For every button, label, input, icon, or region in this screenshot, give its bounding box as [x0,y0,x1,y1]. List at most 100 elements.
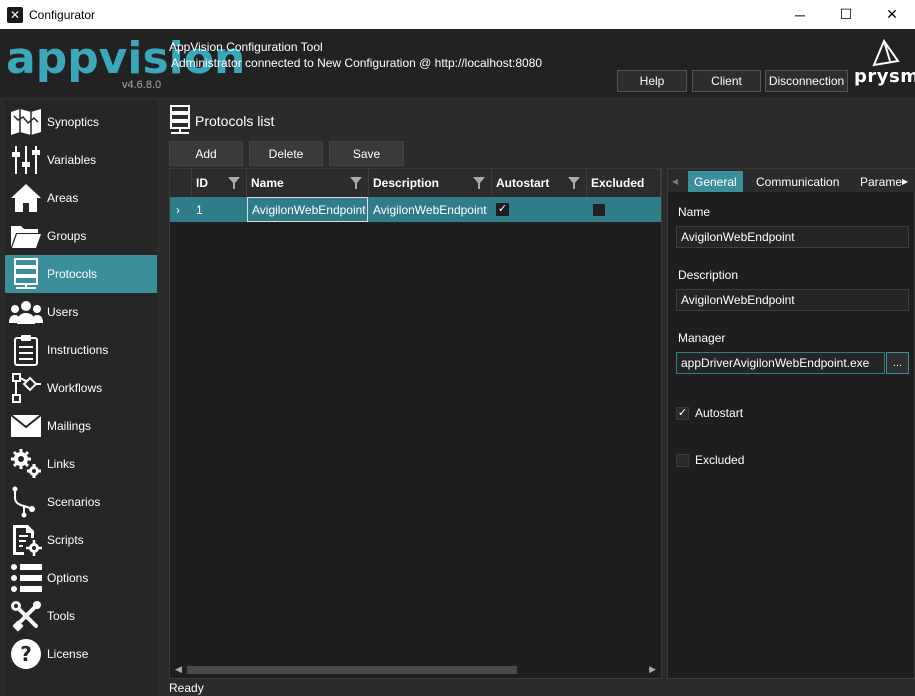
sidebar-item-label: Options [47,571,89,585]
cell-autostart[interactable]: ✓ [492,197,587,222]
sidebar-item-mailings[interactable]: Mailings [5,407,157,445]
column-header-excluded[interactable]: Excluded [587,169,661,197]
row-selector-icon[interactable]: › [170,197,192,222]
excluded-row[interactable]: Excluded [676,453,744,467]
list-icon [9,561,43,595]
sidebar-item-instructions[interactable]: Instructions [5,331,157,369]
sidebar-item-label: Variables [47,153,97,167]
app-header: appvision v4.6.8.0 AppVision Configurati… [0,29,915,97]
sidebar-item-label: Workflows [47,381,103,395]
name-field[interactable]: AvigilonWebEndpoint [676,226,909,248]
folder-icon [9,219,43,253]
cell-name[interactable]: AvigilonWebEndpoint [247,197,368,222]
sidebar-item-label: Links [47,457,76,471]
maximize-button[interactable]: ☐ [823,0,869,29]
tab-general[interactable]: General [688,171,743,192]
app-title: AppVision Configuration Tool [169,40,323,54]
delete-button[interactable]: Delete [249,141,323,166]
column-header-id[interactable]: ID [192,169,247,197]
cell-description[interactable]: AvigilonWebEndpoint [369,197,492,222]
details-panel: ◀ General Communication Parame ▶ Name Av… [667,168,915,679]
sidebar-item-links[interactable]: Links [5,445,157,483]
tab-communication[interactable]: Communication [750,171,845,192]
tab-scroll-right-icon[interactable]: ▶ [902,171,908,192]
autostart-checkbox[interactable]: ✓ [676,406,689,420]
prysm-logo: prysm [854,38,915,89]
sidebar-item-users[interactable]: Users [5,293,157,331]
sidebar-item-workflows[interactable]: Workflows [5,369,157,407]
column-label: Autostart [496,176,550,190]
help-button[interactable]: Help [617,70,687,92]
scroll-left-icon[interactable]: ◀ [175,664,182,675]
sidebar-item-tools[interactable]: Tools [5,597,157,635]
column-header-description[interactable]: Description [369,169,492,197]
autostart-checkbox[interactable]: ✓ [496,203,509,216]
sidebar-item-variables[interactable]: Variables [5,141,157,179]
sidebar-item-license[interactable]: ? License [5,635,157,673]
window-title: Configurator [29,7,96,22]
map-icon [9,105,43,139]
cell-id[interactable]: 1 [192,197,247,222]
tab-scroll-left-icon[interactable]: ◀ [668,171,682,192]
sidebar-item-label: Tools [47,609,76,623]
sidebar-item-synoptics[interactable]: Synoptics [5,103,157,141]
excluded-checkbox[interactable] [676,453,689,467]
autostart-row[interactable]: ✓ Autostart [676,406,743,420]
scroll-right-icon[interactable]: ▶ [649,664,656,675]
sidebar-item-label: Users [47,305,79,319]
client-button[interactable]: Client [692,70,761,92]
protocols-grid[interactable]: ID Name Description Autostart Excluded ›… [169,168,662,679]
column-label: Description [373,176,440,190]
mail-icon [9,409,43,443]
workflow-icon [9,371,43,405]
filter-icon[interactable] [473,177,485,189]
status-bar: Ready [169,681,204,695]
minimize-button[interactable]: ─ [777,0,823,29]
svg-text:?: ? [20,642,32,666]
title-bar: ✕ Configurator ─ ☐ ✕ [0,0,915,29]
sidebar-item-protocols[interactable]: Protocols [5,255,157,293]
table-row[interactable]: › 1 AvigilonWebEndpoint AvigilonWebEndpo… [170,197,661,222]
filter-icon[interactable] [228,177,240,189]
app-icon: ✕ [7,6,23,23]
sidebar-item-label: Areas [47,191,79,205]
description-field[interactable]: AvigilonWebEndpoint [676,289,909,311]
row-header-corner [170,169,192,197]
column-label: Excluded [591,176,645,190]
save-button[interactable]: Save [329,141,404,166]
version-label: v4.6.8.0 [122,79,162,91]
cell-excluded[interactable] [587,197,661,222]
description-label: Description [678,268,739,282]
filter-icon[interactable] [568,177,580,189]
column-header-name[interactable]: Name [247,169,369,197]
home-icon [9,181,43,215]
scroll-thumb[interactable] [187,666,517,674]
sidebar-item-label: Scenarios [47,495,101,509]
users-icon [9,295,43,329]
sidebar-item-label: Mailings [47,419,92,433]
column-header-autostart[interactable]: Autostart [492,169,587,197]
sidebar-item-groups[interactable]: Groups [5,217,157,255]
sidebar: Synoptics Variables Areas Groups Protoco… [5,101,157,696]
add-button[interactable]: Add [169,141,243,166]
excluded-label: Excluded [695,453,745,467]
tab-parameters[interactable]: Parame [854,171,908,192]
manager-field[interactable]: appDriverAvigilonWebEndpoint.exe [676,352,885,374]
filter-icon[interactable] [350,177,362,189]
server-icon [170,105,190,134]
sidebar-item-options[interactable]: Options [5,559,157,597]
column-label: ID [196,176,208,190]
column-label: Name [251,176,284,190]
sidebar-item-scripts[interactable]: Scripts [5,521,157,559]
browse-button[interactable]: ... [886,352,909,374]
horizontal-scrollbar[interactable]: ◀ ▶ [170,662,661,678]
sidebar-item-label: Protocols [47,267,98,281]
name-label: Name [678,205,711,219]
sidebar-item-areas[interactable]: Areas [5,179,157,217]
disconnection-button[interactable]: Disconnection [765,70,848,92]
excluded-checkbox[interactable] [593,203,605,216]
clipboard-icon [9,333,43,367]
sidebar-item-label: Synoptics [47,115,100,129]
close-button[interactable]: ✕ [869,0,915,29]
sidebar-item-scenarios[interactable]: Scenarios [5,483,157,521]
